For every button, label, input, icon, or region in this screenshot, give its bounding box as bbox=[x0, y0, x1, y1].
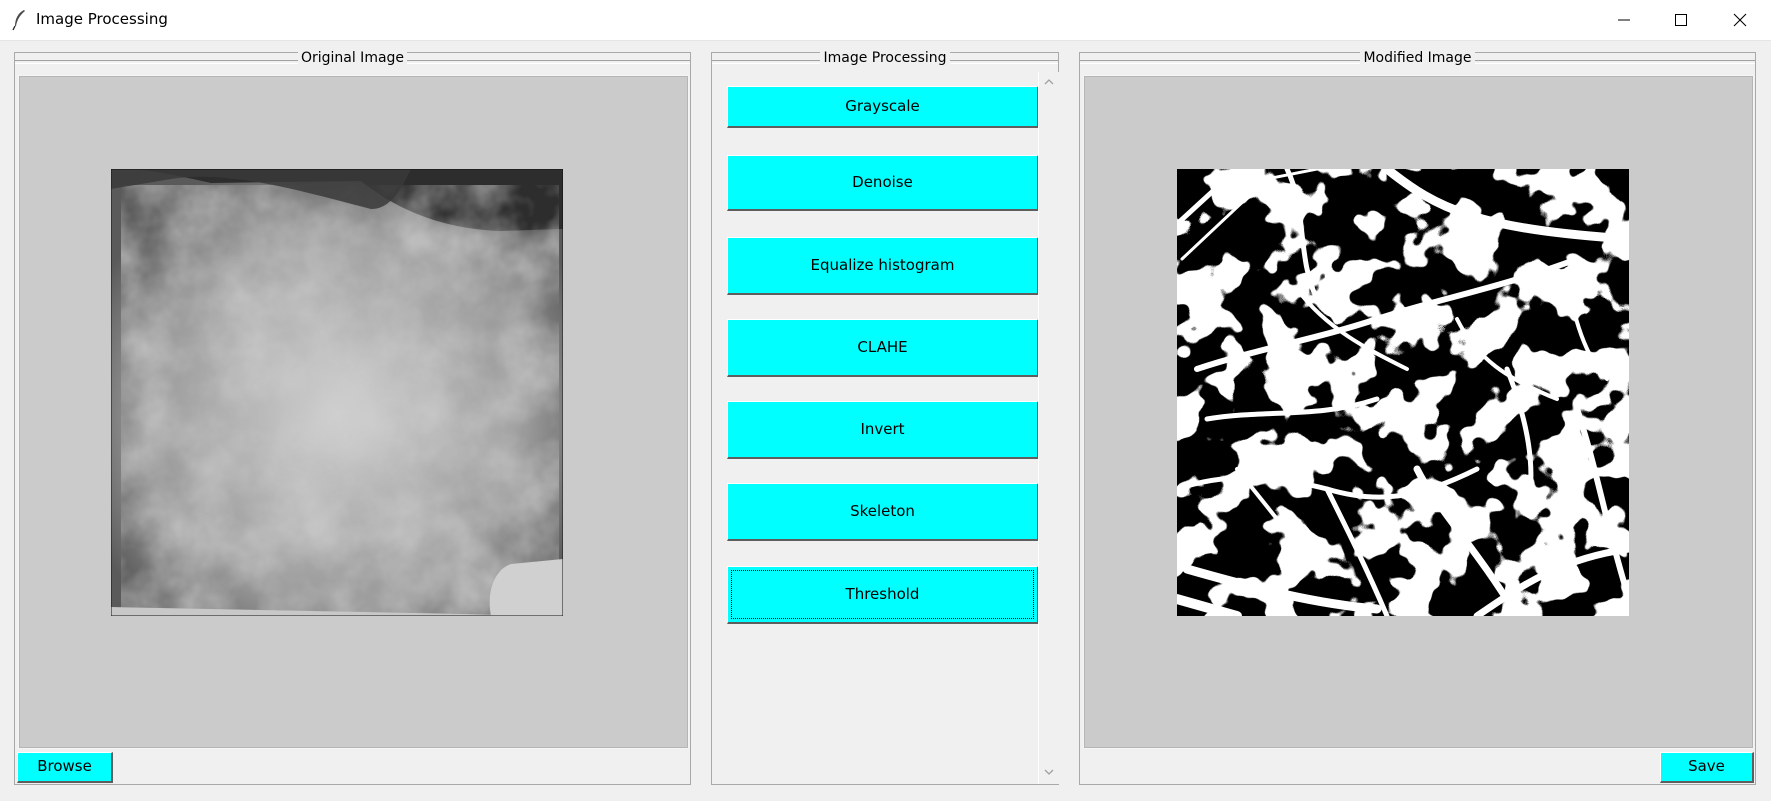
grayscale-button-label: Grayscale bbox=[845, 97, 920, 115]
modified-image bbox=[1177, 169, 1629, 616]
equalize-histogram-button-label: Equalize histogram bbox=[810, 256, 955, 274]
save-button-label: Save bbox=[1688, 757, 1725, 775]
skeleton-button[interactable]: Skeleton bbox=[727, 483, 1039, 541]
image-processing-panel: Image Processing Grayscale Denoise Equal… bbox=[711, 50, 1059, 785]
denoise-button[interactable]: Denoise bbox=[727, 155, 1039, 211]
equalize-histogram-button[interactable]: Equalize histogram bbox=[727, 237, 1039, 295]
title-bar: Image Processing bbox=[0, 0, 1771, 41]
modified-image-title: Modified Image bbox=[1360, 50, 1475, 66]
close-button[interactable] bbox=[1711, 0, 1769, 40]
grayscale-button[interactable]: Grayscale bbox=[727, 86, 1039, 128]
close-icon bbox=[1733, 13, 1747, 27]
invert-button[interactable]: Invert bbox=[727, 401, 1039, 459]
original-image-title: Original Image bbox=[297, 50, 408, 66]
original-image-panel: Original Image Browse bbox=[14, 50, 691, 785]
maximize-icon bbox=[1675, 14, 1687, 26]
threshold-button-label: Threshold bbox=[845, 585, 920, 603]
maximize-button[interactable] bbox=[1652, 0, 1710, 40]
original-image-canvas bbox=[18, 75, 689, 749]
modified-image-panel: Modified Image Save bbox=[1079, 50, 1756, 785]
scroll-down-icon[interactable] bbox=[1044, 768, 1054, 776]
denoise-button-label: Denoise bbox=[852, 173, 913, 191]
clahe-button[interactable]: CLAHE bbox=[727, 319, 1039, 377]
browse-button[interactable]: Browse bbox=[17, 752, 113, 783]
skeleton-button-label: Skeleton bbox=[850, 502, 915, 520]
save-button[interactable]: Save bbox=[1660, 752, 1754, 783]
threshold-button[interactable]: Threshold bbox=[727, 566, 1039, 624]
scroll-up-icon[interactable] bbox=[1044, 78, 1054, 86]
image-processing-title: Image Processing bbox=[820, 50, 950, 66]
processing-scrollbar[interactable] bbox=[1038, 72, 1059, 784]
feather-app-icon bbox=[12, 10, 25, 31]
clahe-button-label: CLAHE bbox=[857, 338, 908, 356]
modified-image-canvas bbox=[1083, 75, 1754, 749]
minimize-button[interactable] bbox=[1595, 0, 1653, 40]
window-title: Image Processing bbox=[36, 10, 168, 28]
minimize-icon bbox=[1618, 19, 1630, 21]
invert-button-label: Invert bbox=[860, 420, 905, 438]
browse-button-label: Browse bbox=[37, 757, 92, 775]
original-image bbox=[111, 169, 563, 616]
